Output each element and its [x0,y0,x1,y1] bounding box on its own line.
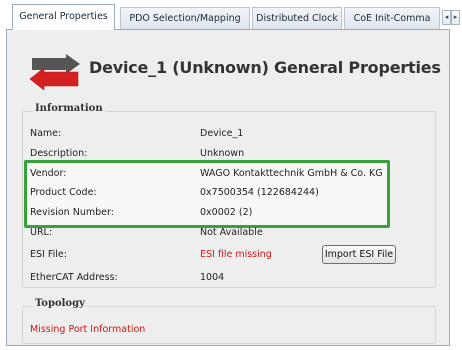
vendor-label: Vendor: [30,168,67,179]
name-value: Device_1 [200,128,244,139]
page-title: Device_1 (Unknown) General Properties [89,58,441,77]
name-label: Name: [30,128,62,139]
ethercat-address-value: 1004 [200,272,225,283]
ethercat-address-label: EtherCAT Address: [30,272,118,283]
chevron-left-icon: ◂ [444,13,449,21]
product-code-label: Product Code: [30,187,97,198]
description-value: Unknown [200,148,245,159]
esi-file-status: ESI file missing [200,249,272,260]
vendor-value: WAGO Kontakttechnik GmbH & Co. KG [200,168,383,179]
device-arrows-icon [29,54,80,90]
chevron-right-icon: ▸ [453,13,458,21]
tab-coe-init-commands[interactable]: CoE Init-Comma [344,7,440,29]
tab-strip: General Properties PDO Selection/Mapping… [0,0,462,30]
url-value: Not Available [200,227,263,238]
tab-distributed-clock[interactable]: Distributed Clock [252,7,342,29]
information-group-title: Information [33,103,105,114]
tab-scroll-left-button[interactable]: ◂ [442,10,451,25]
revision-number-value: 0x0002 (2) [200,207,253,218]
product-code-value: 0x7500354 (122684244) [200,187,319,198]
url-label: URL: [30,227,53,238]
revision-number-label: Revision Number: [30,207,114,218]
import-esi-file-button[interactable]: Import ESI File [322,245,396,264]
tab-scroll-right-button[interactable]: ▸ [451,10,460,25]
description-label: Description: [30,148,88,159]
topology-message: Missing Port Information [30,324,146,335]
topology-group-title: Topology [33,298,87,309]
esi-file-label: ESI File: [30,249,67,260]
tab-general-properties[interactable]: General Properties [12,4,115,30]
tab-pdo-selection-mapping[interactable]: PDO Selection/Mapping [120,7,250,29]
